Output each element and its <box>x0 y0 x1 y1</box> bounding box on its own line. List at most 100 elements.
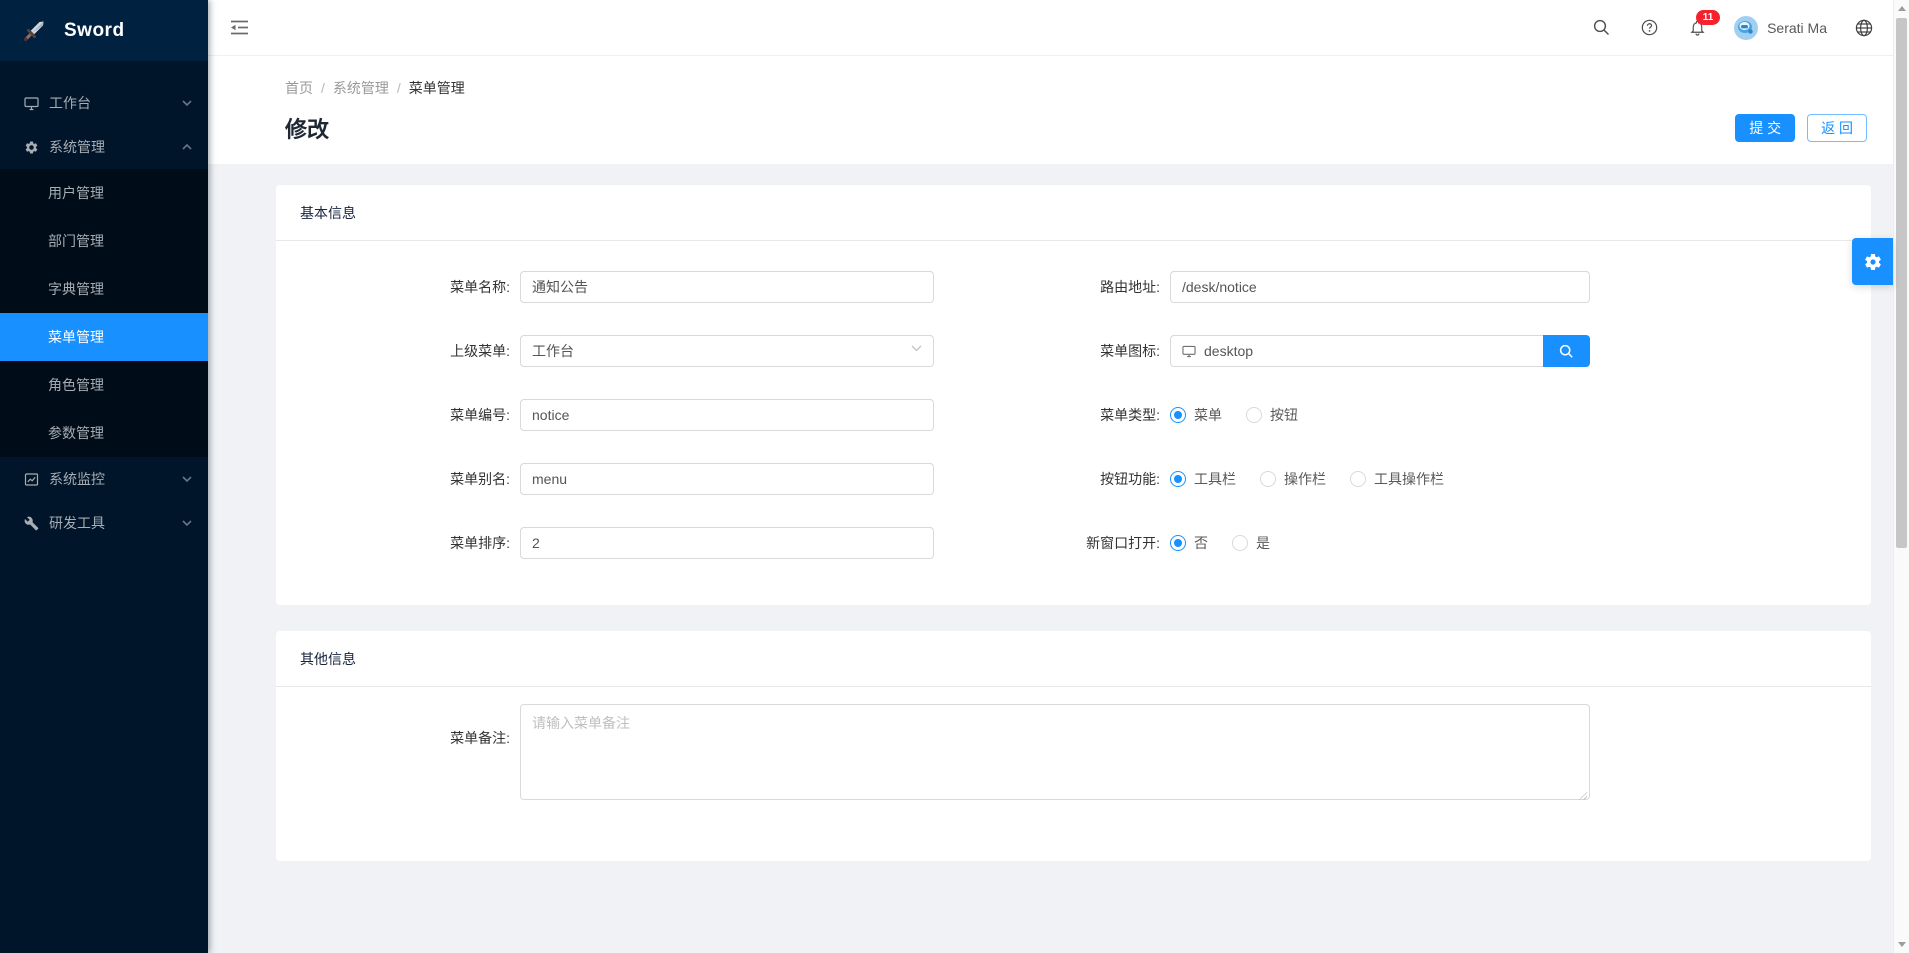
icon-search-button[interactable] <box>1543 335 1590 367</box>
breadcrumb-separator: / <box>397 78 401 98</box>
wrench-icon <box>24 516 39 531</box>
search-icon <box>1559 344 1574 359</box>
gear-icon <box>1863 252 1883 272</box>
radio-unselected-icon <box>1232 535 1248 551</box>
basic-info-card: 基本信息 菜单名称: 路由地址: 上级菜单: 工作台 <box>276 185 1871 605</box>
breadcrumb-item-system[interactable]: 系统管理 <box>333 78 389 98</box>
user-menu[interactable]: Serati Ma <box>1734 16 1827 40</box>
sidebar-item-label: 系统监控 <box>49 469 182 489</box>
desktop-icon <box>24 96 39 111</box>
sidebar-item-dev-tools[interactable]: 研发工具 <box>0 501 208 545</box>
radio-label: 是 <box>1256 533 1270 553</box>
chevron-down-icon <box>182 520 192 526</box>
radio-unselected-icon <box>1260 471 1276 487</box>
page-title: 修改 <box>285 112 329 144</box>
menu-icon-label: 菜单图标: <box>934 341 1170 361</box>
scrollbar-thumb[interactable] <box>1896 18 1907 548</box>
parent-menu-select[interactable]: 工作台 <box>520 335 934 367</box>
menu-alias-label: 菜单别名: <box>276 469 520 489</box>
radio-label: 按钮 <box>1270 405 1298 425</box>
language-button[interactable] <box>1853 17 1875 39</box>
menu-icon-input[interactable]: desktop <box>1170 335 1543 367</box>
sword-logo-icon <box>20 17 48 45</box>
sub-item-label: 字典管理 <box>48 279 104 299</box>
basic-info-form: 菜单名称: 路由地址: 上级菜单: 工作台 菜单图标 <box>276 241 1871 605</box>
radio-unselected-icon <box>1350 471 1366 487</box>
submit-button[interactable]: 提 交 <box>1735 114 1795 142</box>
button-func-radio-group: 工具栏 操作栏 工具操作栏 <box>1170 469 1590 489</box>
back-button[interactable]: 返 回 <box>1807 114 1867 142</box>
sidebar-item-workbench[interactable]: 工作台 <box>0 81 208 125</box>
menu-remark-textarea[interactable] <box>520 704 1590 800</box>
logo[interactable]: Sword <box>0 0 208 61</box>
button-func-option-both[interactable]: 工具操作栏 <box>1350 469 1444 489</box>
sidebar-item-label: 系统管理 <box>49 137 182 157</box>
sidebar-item-label: 工作台 <box>49 93 182 113</box>
breadcrumb-separator: / <box>321 78 325 98</box>
question-circle-icon <box>1641 19 1658 36</box>
chevron-down-icon <box>182 476 192 482</box>
breadcrumb: 首页 / 系统管理 / 菜单管理 <box>285 78 1867 98</box>
radio-label: 操作栏 <box>1284 469 1326 489</box>
new-window-label: 新窗口打开: <box>934 533 1170 553</box>
sidebar-item-menu-mgmt[interactable]: 菜单管理 <box>0 313 208 361</box>
button-func-label: 按钮功能: <box>934 469 1170 489</box>
sidebar-item-user-mgmt[interactable]: 用户管理 <box>0 169 208 217</box>
sub-item-label: 用户管理 <box>48 183 104 203</box>
scrollbar-up-arrow[interactable] <box>1898 6 1906 11</box>
chevron-down-icon <box>911 345 922 352</box>
window-scrollbar[interactable] <box>1893 0 1909 953</box>
menu-type-option-button[interactable]: 按钮 <box>1246 405 1298 425</box>
menu-fold-button[interactable] <box>227 16 251 40</box>
content: 基本信息 菜单名称: 路由地址: 上级菜单: 工作台 <box>208 164 1909 861</box>
sub-item-label: 角色管理 <box>48 375 104 395</box>
user-name: Serati Ma <box>1767 20 1827 36</box>
route-path-input[interactable] <box>1170 271 1590 303</box>
system-mgmt-submenu: 用户管理 部门管理 字典管理 菜单管理 角色管理 参数管理 <box>0 169 208 457</box>
scrollbar-down-arrow[interactable] <box>1898 942 1906 947</box>
search-button[interactable] <box>1590 17 1612 39</box>
button-func-option-toolbar[interactable]: 工具栏 <box>1170 469 1236 489</box>
sub-item-label: 菜单管理 <box>48 327 104 347</box>
chevron-down-icon <box>182 100 192 106</box>
menu-fold-icon <box>231 20 248 35</box>
sidebar-item-role-mgmt[interactable]: 角色管理 <box>0 361 208 409</box>
new-window-option-yes[interactable]: 是 <box>1232 533 1270 553</box>
button-func-option-actionbar[interactable]: 操作栏 <box>1260 469 1326 489</box>
sidebar-item-dict-mgmt[interactable]: 字典管理 <box>0 265 208 313</box>
basic-info-card-title: 基本信息 <box>276 185 1871 241</box>
notification-badge: 11 <box>1696 10 1720 25</box>
desktop-icon <box>1182 345 1196 358</box>
sidebar-item-dept-mgmt[interactable]: 部门管理 <box>0 217 208 265</box>
radio-selected-icon <box>1170 471 1186 487</box>
menu-icon-value: desktop <box>1204 343 1253 359</box>
header-buttons: 提 交 返 回 <box>1735 114 1867 142</box>
topbar: 11 Serati Ma <box>208 0 1909 56</box>
app-title: Sword <box>64 20 125 42</box>
chart-icon <box>24 472 39 487</box>
chevron-up-icon <box>182 144 192 150</box>
menu-name-input[interactable] <box>520 271 934 303</box>
other-info-card-title: 其他信息 <box>276 631 1871 687</box>
menu-name-label: 菜单名称: <box>276 277 520 297</box>
sub-item-label: 参数管理 <box>48 423 104 443</box>
menu-code-input[interactable] <box>520 399 934 431</box>
menu-sort-input[interactable] <box>520 527 934 559</box>
menu-alias-input[interactable] <box>520 463 934 495</box>
menu-type-option-menu[interactable]: 菜单 <box>1170 405 1222 425</box>
sidebar-item-param-mgmt[interactable]: 参数管理 <box>0 409 208 457</box>
app-root: Sword 工作台 系统管理 用户管理 部门管理 字典管理 <box>0 0 1909 953</box>
topbar-actions: 11 Serati Ma <box>1590 16 1875 40</box>
sidebar-item-system-mgmt[interactable]: 系统管理 <box>0 125 208 169</box>
sidebar-item-system-monitor[interactable]: 系统监控 <box>0 457 208 501</box>
route-path-label: 路由地址: <box>934 277 1170 297</box>
settings-fab-button[interactable] <box>1852 238 1893 285</box>
menu-sort-label: 菜单排序: <box>276 533 520 553</box>
radio-label: 否 <box>1194 533 1208 553</box>
avatar <box>1734 16 1758 40</box>
sidebar-menu: 工作台 系统管理 用户管理 部门管理 字典管理 菜单管理 角色管理 参数管理 <box>0 61 208 545</box>
new-window-option-no[interactable]: 否 <box>1170 533 1208 553</box>
help-button[interactable] <box>1638 17 1660 39</box>
notifications-button[interactable]: 11 <box>1686 17 1708 39</box>
breadcrumb-item-home[interactable]: 首页 <box>285 78 313 98</box>
